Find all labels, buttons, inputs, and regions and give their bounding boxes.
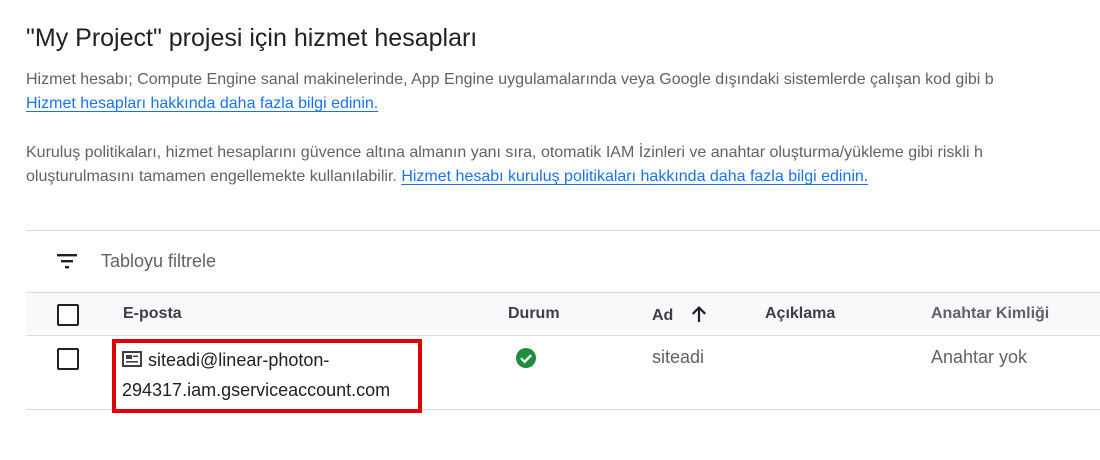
column-header-description[interactable]: Açıklama <box>765 305 835 323</box>
email-line1: siteadi@linear-photon- <box>148 350 330 370</box>
service-accounts-table: Tabloyu filtrele E-posta Durum Ad Açıkla… <box>26 230 1100 413</box>
column-header-status[interactable]: Durum <box>508 305 560 323</box>
row-key-id: Anahtar yok <box>931 347 1028 367</box>
intro-paragraph: Hizmet hesabı; Compute Engine sanal maki… <box>26 68 1100 116</box>
org-policy-text-line1: Kuruluş politikaları, hizmet hesaplarını… <box>26 144 983 161</box>
check-circle-icon <box>516 348 536 368</box>
table-filter-bar[interactable]: Tabloyu filtrele <box>26 231 1100 292</box>
intro-text: Hizmet hesabı; Compute Engine sanal maki… <box>26 71 994 88</box>
row-name: siteadi <box>652 347 705 367</box>
column-header-email[interactable]: E-posta <box>123 305 182 323</box>
filter-list-icon[interactable] <box>56 252 78 270</box>
org-policy-learn-more-link[interactable]: Hizmet hesabı kuruluş politikaları hakkı… <box>401 168 868 185</box>
select-all-checkbox[interactable] <box>57 304 79 326</box>
service-account-email[interactable]: siteadi@linear-photon- 294317.iam.gservi… <box>122 345 390 405</box>
org-policy-paragraph: Kuruluş politikaları, hizmet hesaplarını… <box>26 141 1100 189</box>
learn-more-service-accounts-link[interactable]: Hizmet hesapları hakkında daha fazla bil… <box>26 95 378 112</box>
org-policy-text-line2: oluşturulmasını tamamen engellemekte kul… <box>26 168 397 185</box>
email-line2: 294317.iam.gserviceaccount.com <box>122 380 391 400</box>
service-account-icon <box>122 351 142 367</box>
column-header-key-id[interactable]: Anahtar Kimliği <box>931 305 1049 323</box>
column-header-name-label: Ad <box>652 307 674 324</box>
table-header-row: E-posta Durum Ad Açıklama Anahtar Kimliğ… <box>26 292 1100 336</box>
table-row[interactable]: siteadi@linear-photon- 294317.iam.gservi… <box>26 336 1100 413</box>
arrow-upward-icon[interactable] <box>690 305 708 323</box>
column-header-name[interactable]: Ad <box>652 305 708 325</box>
filter-input-placeholder[interactable]: Tabloyu filtrele <box>101 251 216 272</box>
row-select-checkbox[interactable] <box>57 348 79 370</box>
page-title: "My Project" projesi için hizmet hesapla… <box>26 24 478 52</box>
